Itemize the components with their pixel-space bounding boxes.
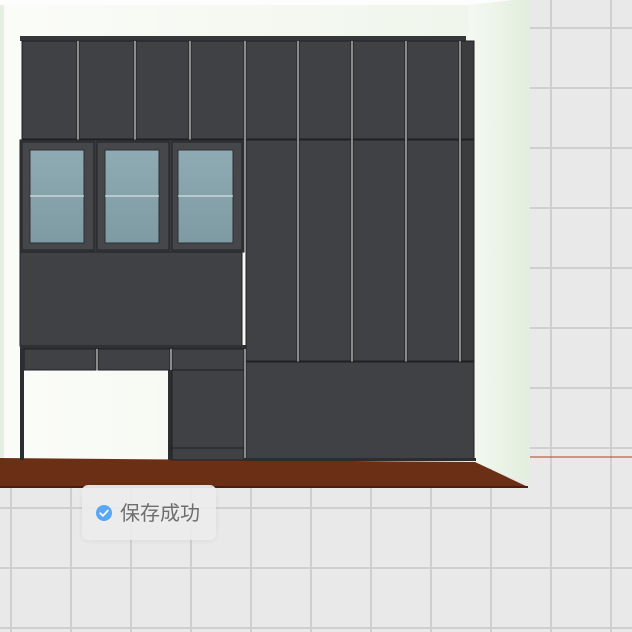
save-success-toast: 保存成功 — [82, 485, 216, 540]
check-circle-icon — [96, 504, 112, 521]
right-side-wall — [468, 0, 530, 485]
cabinet-plinth — [244, 458, 476, 461]
desk-leg-middle — [168, 370, 172, 460]
left-shadow-edge — [0, 5, 4, 463]
glass-display-doors[interactable] — [19, 139, 245, 253]
desk-top — [20, 345, 246, 349]
wardrobe-lower-block[interactable] — [245, 361, 475, 461]
wardrobe-tall-doors[interactable] — [245, 139, 475, 362]
check-icon-graphic — [96, 504, 112, 521]
canvas-viewport[interactable]: 保存成功 — [0, 0, 632, 632]
ceiling-strip — [0, 0, 530, 5]
desk-pedestal[interactable] — [171, 369, 245, 461]
wood-floor — [0, 458, 528, 487]
desk-drawers[interactable] — [23, 348, 245, 371]
desk-back-panel — [19, 251, 243, 347]
toast-message: 保存成功 — [120, 500, 200, 525]
desk-leg-left — [20, 349, 24, 460]
